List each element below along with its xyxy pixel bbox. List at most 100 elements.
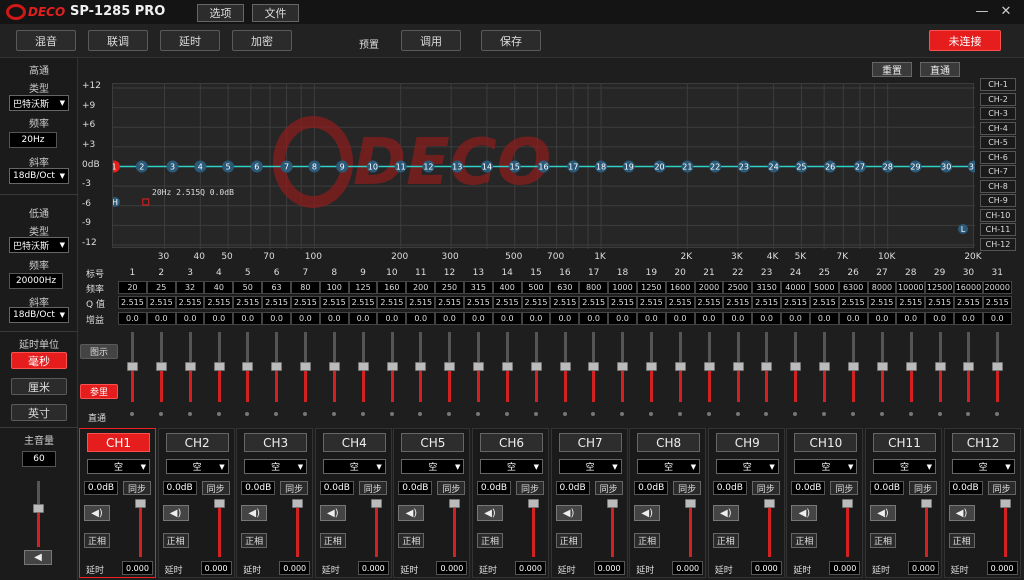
eq-q-cell[interactable]: 2.515 — [550, 296, 580, 309]
eq-point[interactable]: 18 — [595, 160, 608, 173]
slider-thumb[interactable] — [559, 362, 571, 371]
eq-gain-cell[interactable]: 0.0 — [262, 312, 291, 325]
master-mute-button[interactable]: ◀ — [24, 550, 52, 565]
eq-freq-cell[interactable]: 25 — [146, 281, 176, 294]
channel-sync-button[interactable]: 同步 — [437, 481, 466, 495]
channel-source-select[interactable]: 空 ▼ — [558, 459, 622, 474]
channel-mute-button[interactable]: ◀) — [870, 505, 896, 521]
channel-sync-button[interactable]: 同步 — [123, 481, 151, 495]
channel-volume-slider[interactable] — [213, 499, 226, 557]
channel-gain-value[interactable]: 0.0dB — [241, 481, 276, 495]
mix-button[interactable]: 混音 — [16, 30, 76, 51]
channel-mute-button[interactable]: ◀) — [555, 505, 582, 521]
eq-gain-slider[interactable] — [934, 332, 947, 420]
channel-phase-button[interactable]: 正相 — [555, 533, 582, 548]
channel-source-select[interactable]: 空 ▼ — [322, 459, 386, 474]
eq-q-cell[interactable]: 2.515 — [694, 296, 724, 309]
eq-gain-slider[interactable] — [992, 332, 1004, 420]
eq-point[interactable]: 7 — [280, 160, 293, 173]
slider-thumb[interactable] — [528, 499, 539, 508]
channel-sync-button[interactable]: 同步 — [830, 481, 859, 495]
eq-gain-cell[interactable]: 0.0 — [521, 312, 551, 325]
eq-point[interactable]: 24 — [767, 160, 780, 173]
channel-phase-button[interactable]: 正相 — [948, 533, 975, 548]
connect-button[interactable]: 未连接 — [929, 30, 1001, 51]
channel-sync-button[interactable]: 同步 — [673, 481, 702, 495]
eq-freq-cell[interactable]: 5000 — [809, 281, 839, 294]
slider-thumb[interactable] — [184, 362, 196, 371]
bypass-dot[interactable] — [562, 412, 567, 416]
channel-volume-slider[interactable] — [921, 499, 933, 557]
eq-gain-cell[interactable]: 0.0 — [204, 312, 234, 325]
eq-gain-cell[interactable]: 0.0 — [579, 312, 609, 325]
slider-thumb[interactable] — [963, 362, 975, 371]
channel-source-select[interactable]: 空 ▼ — [794, 459, 858, 474]
slider-thumb[interactable] — [617, 362, 629, 371]
slider-thumb[interactable] — [876, 362, 888, 371]
slider-thumb[interactable] — [213, 499, 225, 508]
eq-q-cell[interactable]: 2.515 — [838, 296, 868, 309]
eq-point[interactable]: 29 — [909, 160, 922, 173]
eq-graph[interactable]: DECO 1 2 3 4 5 6 7 8 9 10 11 12 13 14 15 16 17 18 19 20 21 22 2… — [112, 83, 975, 249]
eq-gain-slider[interactable] — [271, 332, 283, 420]
eq-point[interactable]: 28 — [881, 160, 894, 173]
channel-select-button[interactable]: CH-10 — [980, 208, 1016, 222]
eq-gain-cell[interactable]: 0.0 — [118, 312, 147, 325]
bypass-dot[interactable] — [620, 412, 625, 416]
bypass-dot[interactable] — [158, 412, 163, 416]
highpass-slope-select[interactable]: 18dB/Oct ▼ — [9, 168, 69, 184]
channel-gain-value[interactable]: 0.0dB — [712, 481, 747, 495]
channel-gain-value[interactable]: 0.0dB — [477, 481, 511, 495]
eq-q-cell[interactable]: 2.515 — [118, 296, 147, 309]
slider-thumb[interactable] — [155, 362, 167, 371]
eq-freq-cell[interactable]: 100 — [319, 281, 349, 294]
channel-select-button[interactable]: CH-4 — [980, 121, 1016, 135]
slider-thumb[interactable] — [905, 362, 917, 371]
channel-mute-button[interactable]: ◀) — [477, 505, 503, 521]
eq-freq-cell[interactable]: 1250 — [636, 281, 666, 294]
eq-gain-cell[interactable]: 0.0 — [608, 312, 637, 325]
eq-point[interactable]: 11 — [394, 160, 407, 173]
slider-thumb[interactable] — [606, 499, 618, 508]
eq-point[interactable]: 21 — [681, 160, 694, 173]
bypass-dot[interactable] — [591, 412, 596, 416]
eq-gain-slider[interactable] — [386, 332, 399, 420]
eq-point[interactable]: 9 — [336, 160, 349, 173]
channel-delay-value[interactable]: 0.000 — [200, 561, 232, 575]
eq-point[interactable]: 15 — [508, 160, 521, 173]
eq-freq-cell[interactable]: 12500 — [925, 281, 955, 294]
eq-point[interactable]: 14 — [480, 160, 493, 173]
bypass-dot[interactable] — [735, 412, 740, 416]
slider-thumb[interactable] — [370, 499, 382, 508]
channel-source-select[interactable]: 空 ▼ — [87, 459, 150, 474]
eq-point[interactable]: 17 — [567, 160, 580, 173]
bypass-dot[interactable] — [303, 412, 308, 416]
eq-gain-slider[interactable] — [501, 332, 514, 420]
eq-q-cell[interactable]: 2.515 — [319, 296, 349, 309]
channel-phase-button[interactable]: 正相 — [712, 533, 739, 548]
channel-sync-button[interactable]: 同步 — [751, 481, 780, 495]
channel-name-button[interactable]: CH6 — [480, 433, 543, 452]
eq-gain-cell[interactable]: 0.0 — [290, 312, 320, 325]
slider-thumb[interactable] — [999, 499, 1011, 508]
slider-thumb[interactable] — [213, 362, 225, 371]
eq-gain-slider[interactable] — [242, 332, 254, 420]
channel-name-button[interactable]: CH10 — [794, 433, 858, 452]
bypass-dot[interactable] — [447, 412, 452, 416]
eq-gain-cell[interactable]: 0.0 — [954, 312, 983, 325]
eq-q-cell[interactable]: 2.515 — [348, 296, 378, 309]
eq-gain-cell[interactable]: 0.0 — [925, 312, 955, 325]
eq-point[interactable]: 13 — [451, 160, 464, 173]
eq-gain-slider[interactable] — [963, 332, 975, 420]
eq-freq-cell[interactable]: 315 — [463, 281, 493, 294]
eq-gain-cell[interactable]: 0.0 — [435, 312, 464, 325]
eq-freq-cell[interactable]: 3150 — [752, 281, 782, 294]
eq-gain-cell[interactable]: 0.0 — [781, 312, 810, 325]
eq-gain-cell[interactable]: 0.0 — [867, 312, 897, 325]
bypass-dot[interactable] — [504, 412, 509, 416]
channel-delay-value[interactable]: 0.000 — [436, 561, 468, 575]
eq-gain-slider[interactable] — [184, 332, 197, 420]
eq-gain-cell[interactable]: 0.0 — [809, 312, 839, 325]
eq-gain-cell[interactable]: 0.0 — [723, 312, 753, 325]
eq-point[interactable]: 8 — [308, 160, 321, 173]
